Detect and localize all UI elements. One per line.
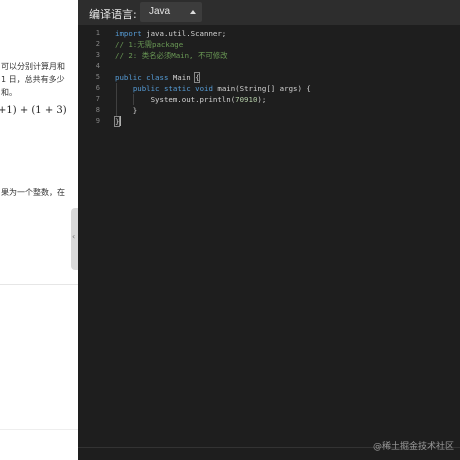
line-number: 1 [95, 29, 100, 37]
code-line[interactable]: 1 import java.util.Scanner; [78, 28, 460, 39]
problem-text-line: 果为一个整数，在 [1, 188, 65, 197]
code-text: // 1:无需package [115, 39, 183, 50]
code-token: main(String[] args) { [212, 84, 311, 93]
language-select[interactable]: Java [140, 2, 202, 22]
code-line[interactable]: 4 [78, 61, 460, 72]
problem-text-line: 可以分别计算月和 [1, 62, 65, 71]
code-editor[interactable]: 1 import java.util.Scanner; 2 // 1:无需packag… [78, 28, 460, 448]
code-line[interactable]: 2 // 1:无需package [78, 39, 460, 50]
problem-formula: +1) + (1 + 3) [0, 105, 67, 116]
code-text: public class Main { [115, 72, 200, 83]
problem-text-line: 和。 [1, 88, 17, 97]
code-token: public [115, 73, 142, 82]
line-number: 6 [95, 84, 100, 92]
code-token: java.util.Scanner; [141, 29, 227, 38]
line-number: 5 [95, 73, 100, 81]
code-text: import java.util.Scanner; [115, 28, 226, 39]
caret-up-icon [190, 10, 196, 14]
divider [0, 284, 78, 285]
line-number: 9 [95, 117, 100, 125]
line-number: 7 [95, 95, 100, 103]
code-token: // 2: 类名必须Main, 不可修改 [115, 51, 228, 60]
code-token: void [195, 84, 213, 93]
code-token: class [146, 73, 169, 82]
panel-resize-handle[interactable]: ‹ [71, 208, 78, 270]
indent-guide [133, 94, 134, 105]
code-text: } [115, 105, 137, 116]
editor-toolbar: 编译语言: Java [78, 0, 460, 25]
line-number: 8 [95, 106, 100, 114]
code-token: import [115, 29, 142, 38]
code-editor-panel: 编译语言: Java 1 import java.util.Scanner; 2 //… [78, 0, 460, 460]
code-token: } [115, 106, 138, 115]
language-select-value: Java [149, 6, 171, 17]
line-number: 4 [95, 62, 100, 70]
problem-text-line: 1 日，总共有多少 [1, 75, 65, 84]
code-token: public [132, 84, 160, 93]
code-line[interactable]: 7 System.out.println(70910); [78, 94, 460, 105]
code-token: static [163, 84, 191, 93]
divider [0, 429, 78, 430]
code-token: 70910 [235, 95, 258, 104]
code-text: public static void main(String[] args) { [115, 83, 311, 94]
code-text: // 2: 类名必须Main, 不可修改 [115, 50, 228, 61]
text-cursor [120, 116, 121, 126]
code-line[interactable]: 3 // 2: 类名必须Main, 不可修改 [78, 50, 460, 61]
bracket-match-highlight [194, 72, 200, 83]
code-line[interactable]: 9} [78, 116, 460, 127]
chevron-left-icon: ‹ [72, 232, 76, 241]
code-text: System.out.println(70910); [115, 94, 267, 105]
code-line[interactable]: 8 } [78, 105, 460, 116]
code-token: // 1:无需package [115, 40, 184, 49]
code-line[interactable]: 5 public class Main { [78, 72, 460, 83]
code-line[interactable]: 6 public static void main(String[] args)… [78, 83, 460, 94]
line-number: 3 [95, 51, 100, 59]
code-token: ); [257, 95, 267, 104]
watermark: @稀土掘金技术社区 [372, 442, 454, 452]
problem-panel: 可以分别计算月和 1 日，总共有多少 和。 +1) + (1 + 3) 果为一个… [0, 0, 78, 460]
language-label: 编译语言: [89, 8, 137, 21]
indent-guide [116, 83, 117, 116]
line-number: 2 [95, 40, 100, 48]
